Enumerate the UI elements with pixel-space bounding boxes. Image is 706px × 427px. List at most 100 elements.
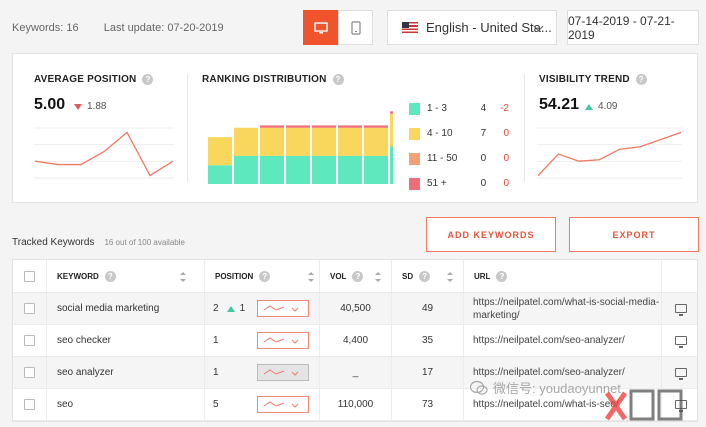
row-checkbox[interactable]	[24, 325, 35, 356]
ranking-bar-segment	[208, 165, 232, 184]
row-checkbox[interactable]	[24, 293, 35, 324]
column-header-sd[interactable]: SD?	[391, 260, 463, 292]
ranking-bar-segment	[312, 125, 336, 128]
ranking-bar-segment	[390, 111, 393, 114]
device-cell	[661, 357, 699, 388]
tracked-available: 16 out of 100 available	[104, 238, 185, 247]
position-cell: 1	[204, 357, 319, 388]
position-cell: 5	[204, 389, 319, 420]
desktop-icon	[674, 304, 687, 316]
row-checkbox[interactable]	[24, 357, 35, 388]
table-row: social media marketing 2 1 40,500 49 https://…	[13, 293, 697, 325]
keyword-cell: seo analyzer	[46, 357, 204, 388]
sd-cell: 73	[391, 389, 463, 420]
ranking-bar-segment	[260, 125, 284, 128]
row-checkbox[interactable]	[24, 389, 35, 420]
divider	[524, 74, 525, 182]
vol-cell: 4,400	[319, 325, 391, 356]
url-cell[interactable]: https://neilpatel.com/seo-analyzer/	[463, 325, 661, 356]
legend-label: 1 - 3	[426, 103, 447, 114]
position-history-button[interactable]	[257, 364, 309, 381]
avg-position-line	[34, 131, 174, 177]
tracked-keywords-label: Tracked Keywords 16 out of 100 available	[12, 237, 185, 248]
last-update: Last update: 07-20-2019	[103, 22, 224, 34]
ranking-bar-segment	[208, 137, 232, 166]
top-bar: Keywords: 16 Last update: 07-20-2019 Eng…	[0, 0, 706, 52]
ranking-bar-segment	[260, 155, 284, 184]
position-value: 5	[213, 399, 219, 410]
ranking-bar-segment	[260, 127, 284, 156]
keywords-count: Keywords: 16	[12, 22, 79, 34]
column-header-keyword[interactable]: KEYWORD?	[46, 260, 196, 292]
ranking-distribution-chart	[208, 111, 393, 184]
ranking-bar-segment	[312, 155, 336, 184]
position-change: 1	[239, 303, 246, 314]
date-range-picker[interactable]: 07-14-2019 - 07-21-2019	[567, 10, 699, 45]
sort-icon[interactable]	[447, 272, 453, 282]
url-link[interactable]: https://neilpatel.com/what-is-social-med…	[473, 296, 661, 322]
position-history-button[interactable]	[257, 300, 309, 317]
legend-label: 4 - 10	[426, 128, 453, 139]
ranking-bar-segment	[312, 127, 336, 156]
ranking-legend: 1 - 3 4 -2 4 - 10 7 0 11 - 50 0 0 51 + 0 0	[409, 96, 509, 196]
add-keywords-button[interactable]: ADD KEYWORDS	[426, 217, 556, 252]
divider	[187, 74, 188, 182]
ranking-bar-segment	[338, 125, 362, 128]
export-button[interactable]: EXPORT	[569, 217, 699, 252]
keyword-cell: seo	[46, 389, 204, 420]
sort-icon[interactable]	[375, 272, 381, 282]
column-header-device	[661, 260, 699, 292]
mobile-view-button[interactable]	[338, 10, 373, 45]
help-icon[interactable]: ?	[352, 270, 364, 282]
visibility-trend-chart	[537, 127, 682, 179]
position-value: 1	[213, 367, 219, 378]
language-value: English - United Sta...	[426, 20, 552, 35]
url-link[interactable]: https://neilpatel.com/what-is-seo/	[473, 398, 619, 411]
sort-icon[interactable]	[180, 272, 186, 282]
url-link[interactable]: https://neilpatel.com/seo-analyzer/	[473, 334, 625, 347]
help-icon[interactable]: ?	[332, 74, 344, 85]
legend-delta: 0	[503, 128, 509, 139]
sort-icon[interactable]	[308, 272, 314, 282]
ranking-bar-segment	[234, 127, 258, 156]
help-icon[interactable]: ?	[142, 74, 154, 85]
desktop-icon	[313, 21, 328, 33]
avg-position-value: 5.00	[34, 96, 66, 113]
ranking-distribution-title: RANKING DISTRIBUTION?	[202, 74, 344, 85]
legend-item: 51 + 0 0	[409, 171, 509, 196]
language-select[interactable]: English - United Sta...	[387, 10, 557, 45]
position-history-button[interactable]	[257, 396, 309, 413]
position-cell: 21	[204, 293, 319, 324]
help-icon[interactable]: ?	[419, 270, 431, 282]
desktop-icon	[674, 336, 687, 348]
column-header-position[interactable]: POSITION?	[204, 260, 324, 292]
visibility-delta: 4.09	[585, 101, 617, 112]
help-icon[interactable]: ?	[635, 74, 647, 85]
help-icon[interactable]: ?	[259, 270, 271, 282]
avg-position-chart	[34, 127, 174, 179]
ranking-bar-segment	[364, 125, 388, 128]
select-all-checkbox[interactable]	[24, 260, 35, 292]
legend-count: 7	[480, 128, 487, 139]
column-header-url[interactable]: URL?	[463, 260, 661, 292]
legend-item: 4 - 10 7 0	[409, 121, 509, 146]
position-value: 1	[213, 335, 219, 346]
position-history-button[interactable]	[257, 332, 309, 349]
sd-cell: 49	[391, 293, 463, 324]
table-row: seo checker 1 4,400 35 https://neilpatel.com…	[13, 325, 697, 357]
position-cell: 1	[204, 325, 319, 356]
help-icon[interactable]: ?	[104, 270, 116, 282]
watermark-logo	[605, 389, 683, 421]
url-cell[interactable]: https://neilpatel.com/what-is-social-med…	[463, 293, 661, 324]
legend-delta: -2	[500, 103, 509, 114]
column-header-vol[interactable]: VOL?	[319, 260, 391, 292]
legend-label: 11 - 50	[426, 153, 458, 164]
desktop-view-button[interactable]	[303, 10, 338, 45]
visibility-value: 54.21	[539, 96, 580, 113]
ranking-bar-segment	[364, 155, 388, 184]
legend-swatch	[409, 127, 420, 140]
legend-swatch	[409, 102, 420, 115]
ranking-bar-segment	[286, 127, 310, 156]
ranking-bar-segment	[390, 113, 393, 147]
help-icon[interactable]: ?	[496, 270, 508, 282]
